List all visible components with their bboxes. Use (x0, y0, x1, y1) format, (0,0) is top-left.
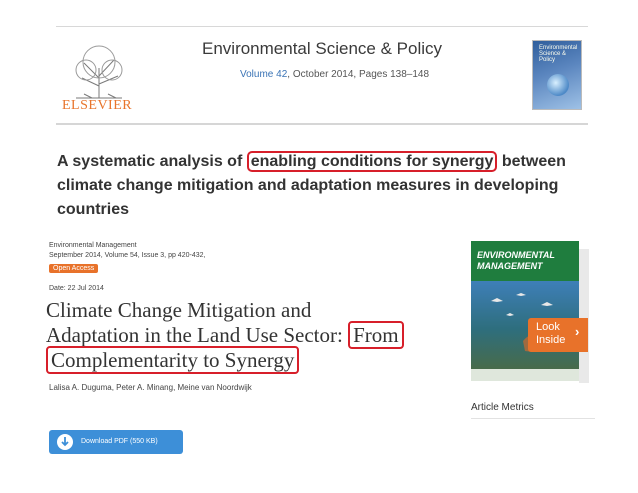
cover-bottom-band (471, 369, 579, 381)
download-icon (57, 434, 73, 450)
open-access-badge: Open Access (49, 264, 99, 273)
download-label: Download PDF (550 KB) (81, 438, 158, 445)
publication-date: Date: 22 Jul 2014 (49, 285, 104, 292)
cover-title-line-1: ENVIRONMENTAL (477, 250, 555, 260)
article-title-line-2: climate change mitigation and adaptation… (57, 177, 559, 194)
springer-title-line-1: Climate Change Mitigation and (46, 298, 312, 322)
highlight-box: From (348, 321, 404, 349)
article-metrics-link[interactable]: Article Metrics (471, 402, 534, 413)
article-title-line-1: A systematic analysis of enabling condit… (57, 150, 597, 174)
look-inside-button[interactable]: Look Inside › (528, 318, 588, 352)
title-text: A systematic analysis of (57, 153, 247, 170)
cover-title-line-2: MANAGEMENT (477, 261, 543, 271)
look-inside-line-1: Look (536, 321, 560, 333)
volume-link[interactable]: Volume 42 (240, 69, 287, 80)
springer-journal-cover[interactable]: ENVIRONMENTAL MANAGEMENT (471, 241, 589, 383)
springer-issue-info: September 2014, Volume 54, Issue 3, pp 4… (49, 252, 206, 259)
author-list[interactable]: Lalisa A. Duguma, Peter A. Minang, Meine… (49, 383, 252, 392)
springer-article-title: Climate Change Mitigation and Adaptation… (46, 298, 404, 374)
title-text: between (497, 153, 566, 170)
journal-title[interactable]: Environmental Science & Policy (202, 39, 442, 59)
look-inside-label: Look Inside (536, 321, 565, 347)
springer-title-line-3: Complementarity to Synergy (46, 346, 404, 374)
chevron-right-icon: › (575, 324, 580, 339)
highlight-box: Complementarity to Synergy (46, 346, 300, 374)
springer-title-line-2: Adaptation in the Land Use Sector: From (46, 321, 404, 349)
cover-shadow (579, 249, 589, 383)
look-inside-line-2: Inside (536, 334, 566, 346)
metrics-divider (471, 418, 595, 419)
download-pdf-button[interactable]: Download PDF (550 KB) (49, 430, 183, 454)
cover-thumbnail-text: Environmental Science & Policy (539, 45, 578, 63)
journal-issue-info: Volume 42, October 2014, Pages 138–148 (240, 69, 429, 80)
globe-icon (547, 74, 569, 96)
article-title-line-3: countries (57, 201, 130, 218)
banner-bottom-rule (56, 123, 588, 125)
highlight-box: enabling conditions for synergy (246, 151, 498, 172)
issue-details: , October 2014, Pages 138–148 (287, 69, 430, 80)
banner-top-rule (56, 26, 588, 27)
journal-banner: ELSEVIER Environmental Science & Policy … (56, 26, 588, 126)
springer-journal-name[interactable]: Environmental Management (49, 242, 137, 249)
article-title: A systematic analysis of enabling condit… (57, 150, 597, 222)
journal-cover-thumbnail[interactable]: Environmental Science & Policy (532, 40, 582, 110)
title-text: Adaptation in the Land Use Sector: (46, 323, 349, 347)
elsevier-wordmark[interactable]: ELSEVIER (62, 98, 132, 114)
